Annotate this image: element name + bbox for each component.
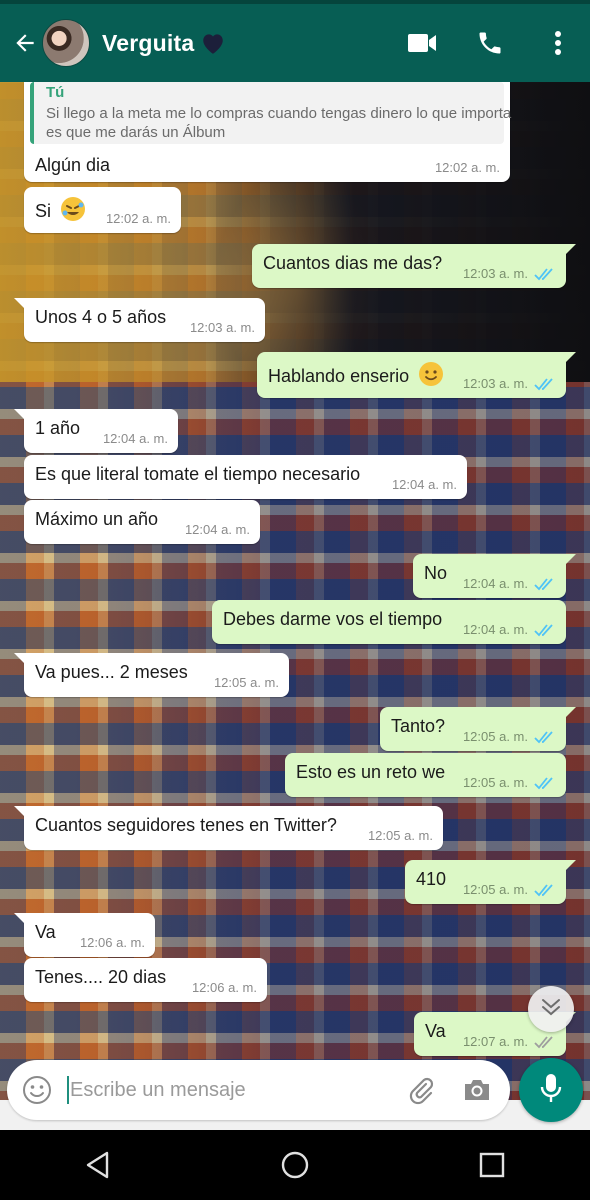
message-time: 12:02 a. m. [105,211,171,226]
message-time: 12:03 a. m. [463,266,556,281]
nav-recents-icon[interactable] [462,1135,522,1195]
scroll-to-bottom-button[interactable] [528,986,574,1032]
message-text: 1 año [35,418,81,438]
message-time: 12:04 a. m. [184,522,250,537]
attach-icon[interactable] [396,1065,446,1115]
more-vert-icon[interactable] [534,19,582,67]
read-ticks-icon [534,377,556,391]
video-call-icon[interactable] [398,19,446,67]
read-ticks-icon [534,1035,556,1049]
message-time: 12:05 a. m. [367,828,433,843]
double-chevron-down-icon [540,997,562,1022]
quoted-author: Tú [46,84,65,101]
message-time: 12:05 a. m. [463,775,556,790]
smiling-face-emoji [418,361,444,392]
message-bubble-incoming[interactable]: Va pues... 2 meses 12:05 a. m. [14,653,289,697]
message-time: 12:03 a. m. [463,376,556,391]
message-bubble-incoming[interactable]: Unos 4 o 5 años 12:03 a. m. [14,298,265,342]
read-ticks-icon [534,577,556,591]
message-bubble-outgoing[interactable]: Esto es un reto we 12:05 a. m. [285,753,566,797]
quoted-message[interactable]: Tú Si llego a la meta me lo compras cuan… [30,82,511,144]
message-text: Si [35,196,86,227]
text-cursor [67,1076,69,1104]
message-text: Cuantos seguidores tenes en Twitter? [35,815,337,835]
message-bubble-incoming[interactable]: Es que literal tomate el tiempo necesari… [24,455,467,499]
message-time: 12:05 a. m. [213,675,279,690]
message-time: 12:04 a. m. [102,431,168,446]
message-time: 12:04 a. m. [391,477,457,492]
message-bubble-incoming[interactable]: Va 12:06 a. m. [14,913,155,957]
read-ticks-icon [534,623,556,637]
message-text: Va [425,1021,446,1041]
quoted-text: Si llego a la meta me lo compras cuando … [46,105,512,141]
camera-icon[interactable] [452,1065,502,1115]
message-bubble-outgoing[interactable]: Hablando enserio 12:03 a. m. [257,352,576,398]
message-text: Hablando enserio [268,361,444,392]
message-bubble-incoming[interactable]: Cuantos seguidores tenes en Twitter? 12:… [14,806,443,850]
read-ticks-icon [534,776,556,790]
message-text: Esto es un reto we [296,762,446,782]
message-text: Tanto? [391,716,446,736]
message-bubble-outgoing[interactable]: No 12:04 a. m. [413,554,576,598]
message-text: Máximo un año [35,509,159,529]
message-text: Va pues... 2 meses [35,662,188,682]
message-bubble-outgoing[interactable]: Cuantos dias me das? 12:03 a. m. [252,244,576,288]
rolling-laughing-emoji [60,196,86,227]
system-navigation-bar [0,1130,590,1200]
message-bubble-incoming[interactable]: Tenes.... 20 dias 12:06 a. m. [24,958,267,1002]
message-bubble-incoming[interactable]: 1 año 12:04 a. m. [14,409,178,453]
message-time: 12:06 a. m. [79,935,145,950]
message-time: 12:02 a. m. [434,160,500,175]
message-text: Tenes.... 20 dias [35,967,167,987]
message-time: 12:05 a. m. [463,882,556,897]
message-text: Algún dia [35,155,111,175]
heart-icon [200,31,226,55]
message-bubble-quoted-reply[interactable]: Tú Si llego a la meta me lo compras cuan… [24,82,511,182]
message-bubble-incoming[interactable]: Máximo un año 12:04 a. m. [24,500,260,544]
read-ticks-icon [534,883,556,897]
message-text: Unos 4 o 5 años [35,307,167,327]
message-time: 12:04 a. m. [463,622,556,637]
message-time: 12:05 a. m. [463,729,556,744]
message-time: 12:03 a. m. [189,320,255,335]
message-bubble-incoming[interactable]: Si 12:02 a. m. [24,187,181,233]
phone-icon[interactable] [466,19,514,67]
message-bubble-outgoing[interactable]: 410 12:05 a. m. [405,860,576,904]
microphone-icon [539,1072,563,1109]
emoji-icon[interactable] [7,1060,67,1120]
message-text: No [424,563,448,583]
message-input[interactable] [70,1078,390,1102]
message-text: Debes darme vos el tiempo [223,609,443,629]
voice-message-button[interactable] [519,1058,583,1122]
message-text: 410 [416,869,447,889]
message-time: 12:07 a. m. [463,1034,556,1049]
message-composer [7,1060,510,1120]
message-list[interactable]: Tú Si llego a la meta me lo compras cuan… [0,82,590,1056]
read-ticks-icon [534,267,556,281]
message-text: Es que literal tomate el tiempo necesari… [35,464,361,484]
avatar[interactable] [42,19,90,67]
contact-name[interactable]: Verguita [102,30,194,57]
message-time: 12:06 a. m. [191,980,257,995]
message-bubble-outgoing[interactable]: Tanto? 12:05 a. m. [380,707,576,751]
message-text: Cuantos dias me das? [263,253,443,273]
message-bubble-outgoing[interactable]: Debes darme vos el tiempo 12:04 a. m. [212,600,566,644]
read-ticks-icon [534,730,556,744]
message-time: 12:04 a. m. [463,576,556,591]
message-text: Va [35,922,56,942]
nav-back-icon[interactable] [68,1135,128,1195]
nav-home-icon[interactable] [265,1135,325,1195]
back-arrow-icon[interactable] [8,30,42,56]
chat-header: Verguita [0,0,590,82]
